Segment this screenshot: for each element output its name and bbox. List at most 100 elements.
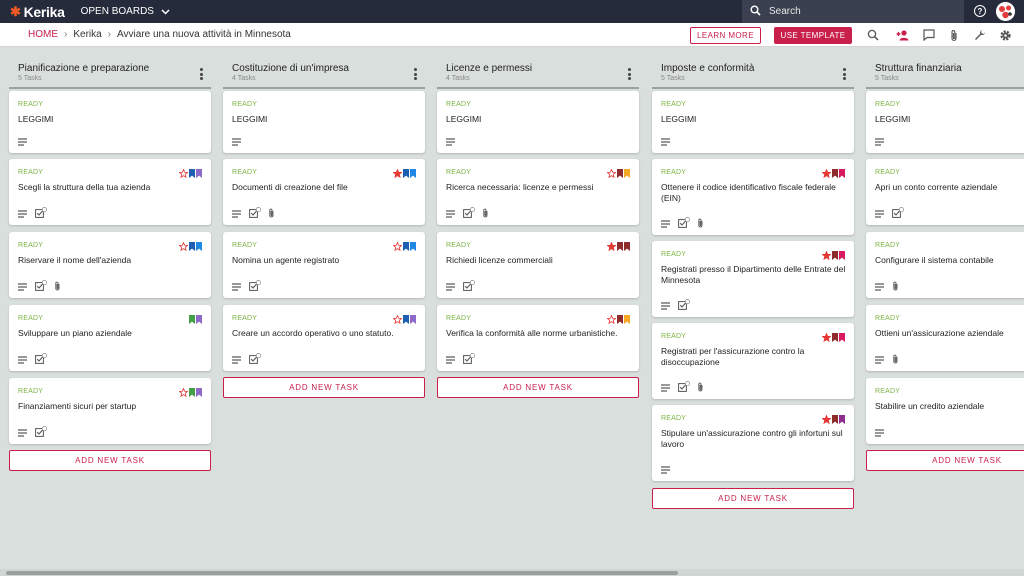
- task-title: Riservare il nome dell'azienda: [18, 255, 132, 265]
- add-new-task-button[interactable]: ADD NEW TASK: [223, 377, 425, 398]
- star-outline-icon[interactable]: [178, 238, 189, 256]
- gear-icon[interactable]: [998, 28, 1012, 42]
- column-title[interactable]: Imposte e conformità: [661, 63, 854, 74]
- star-filled-icon[interactable]: [821, 411, 832, 429]
- column-menu-icon[interactable]: [842, 68, 846, 80]
- task-card[interactable]: READY LEGGIMI: [223, 91, 425, 153]
- task-flags: [178, 165, 202, 183]
- task-card[interactable]: READY Verifica la conformità alle norme u…: [437, 305, 639, 371]
- checklist-icon: [249, 351, 261, 369]
- kerika-logo[interactable]: ✱ Kerika: [10, 4, 65, 20]
- task-card[interactable]: READY Scegli la struttura della tua azien…: [9, 159, 211, 225]
- add-new-task-button[interactable]: ADD NEW TASK: [437, 377, 639, 398]
- task-card[interactable]: READY LEGGIMI: [9, 91, 211, 153]
- task-card[interactable]: READY Richiedi licenze commerciali: [437, 232, 639, 298]
- avatar[interactable]: [996, 2, 1015, 21]
- task-flags: [606, 165, 630, 183]
- column-title[interactable]: Licenze e permessi: [446, 63, 639, 74]
- star-filled-icon[interactable]: [392, 165, 403, 183]
- column-title[interactable]: Pianificazione e preparazione: [18, 63, 211, 74]
- tag-bookmark-icon: [832, 165, 838, 183]
- task-status: READY: [232, 242, 258, 249]
- breadcrumb-account[interactable]: Kerika: [73, 29, 101, 40]
- description-icon: [18, 205, 28, 223]
- checklist-icon: [463, 278, 475, 296]
- task-status: READY: [446, 315, 472, 322]
- task-card[interactable]: READY Finanziamenti sicuri per startup: [9, 378, 211, 444]
- column-title[interactable]: Struttura finanziaria: [875, 63, 1024, 74]
- star-outline-icon[interactable]: [392, 311, 403, 329]
- task-card[interactable]: READY LEGGIMI: [866, 91, 1024, 153]
- scrollbar-thumb[interactable]: [6, 571, 678, 575]
- checklist-icon: [249, 205, 261, 223]
- add-new-task-button[interactable]: ADD NEW TASK: [652, 488, 854, 509]
- task-card[interactable]: READY Registrati per l'assicurazione cont…: [652, 323, 854, 399]
- task-card[interactable]: READY Documenti di creazione del file: [223, 159, 425, 225]
- column-menu-icon[interactable]: [413, 68, 417, 80]
- task-flags: [821, 247, 845, 265]
- task-card[interactable]: READY Stabilire un credito aziendale: [866, 378, 1024, 444]
- column-title[interactable]: Costituzione di un'impresa: [232, 63, 425, 74]
- star-filled-icon[interactable]: [821, 165, 832, 183]
- star-filled-icon[interactable]: [606, 238, 617, 256]
- task-title: Registrati per l'assicurazione contro la…: [661, 346, 805, 367]
- board-column: Licenze e permessi 4 Tasks READY LEGGIMI REA…: [437, 58, 639, 398]
- star-outline-icon[interactable]: [178, 384, 189, 402]
- star-outline-icon[interactable]: [606, 311, 617, 329]
- star-outline-icon[interactable]: [178, 165, 189, 183]
- task-card[interactable]: READY Ottieni un'assicurazione aziendale: [866, 305, 1024, 371]
- description-icon: [661, 461, 671, 479]
- task-card[interactable]: READY LEGGIMI: [437, 91, 639, 153]
- column-header: Costituzione di un'impresa 4 Tasks: [223, 63, 425, 89]
- use-template-button[interactable]: USE TEMPLATE: [774, 27, 852, 44]
- task-meta-icons: [18, 424, 47, 442]
- add-new-task-button[interactable]: ADD NEW TASK: [866, 450, 1024, 471]
- wrench-icon[interactable]: [973, 28, 987, 42]
- task-card[interactable]: READY Registrati presso il Dipartimento d…: [652, 241, 854, 317]
- star-outline-icon[interactable]: [606, 165, 617, 183]
- horizontal-scrollbar[interactable]: [0, 569, 1024, 576]
- task-card[interactable]: READY Stipulare un'assicurazione contro g…: [652, 405, 854, 481]
- add-person-icon[interactable]: [896, 28, 910, 42]
- task-status: READY: [875, 315, 901, 322]
- task-card[interactable]: READY Sviluppare un piano aziendale: [9, 305, 211, 371]
- open-boards-menu[interactable]: OPEN BOARDS: [81, 6, 170, 17]
- task-meta-icons: [661, 461, 671, 479]
- task-card[interactable]: READY Configurare il sistema contabile: [866, 232, 1024, 298]
- star-filled-icon[interactable]: [821, 247, 832, 265]
- add-new-task-button[interactable]: ADD NEW TASK: [9, 450, 211, 471]
- task-title: LEGGIMI: [875, 114, 911, 124]
- column-menu-icon[interactable]: [199, 68, 203, 80]
- task-card[interactable]: READY Ottenere il codice identificativo f…: [652, 159, 854, 235]
- task-card[interactable]: READY Riservare il nome dell'azienda: [9, 232, 211, 298]
- description-icon: [875, 351, 885, 369]
- search-icon: [750, 3, 761, 21]
- task-meta-icons: [875, 351, 899, 369]
- task-meta-icons: [661, 133, 671, 151]
- description-icon: [232, 133, 242, 151]
- search-icon[interactable]: [866, 28, 880, 42]
- star-filled-icon[interactable]: [821, 329, 832, 347]
- top-bar: ✱ Kerika OPEN BOARDS ?: [0, 0, 1024, 23]
- task-card[interactable]: READY LEGGIMI: [652, 91, 854, 153]
- column-menu-icon[interactable]: [627, 68, 631, 80]
- chat-icon[interactable]: [922, 28, 936, 42]
- star-outline-icon[interactable]: [392, 238, 403, 256]
- breadcrumb-home[interactable]: HOME: [28, 29, 58, 40]
- checklist-icon: [892, 205, 904, 223]
- task-card[interactable]: READY Nomina un agente registrato: [223, 232, 425, 298]
- column-task-count: 5 Tasks: [661, 75, 685, 82]
- task-card[interactable]: READY Creare un accordo operativo o uno s…: [223, 305, 425, 371]
- attachment-icon[interactable]: [947, 28, 961, 42]
- chevron-right-icon: ›: [107, 29, 112, 40]
- board-column: Imposte e conformità 5 Tasks READY LEGGIMI R…: [652, 58, 854, 509]
- task-flags: [606, 311, 630, 329]
- task-meta-icons: [875, 424, 885, 442]
- learn-more-button[interactable]: LEARN MORE: [690, 27, 761, 44]
- task-card[interactable]: READY Apri un conto corrente aziendale: [866, 159, 1024, 225]
- breadcrumb-board: Avviare una nuova attività in Minnesota: [117, 29, 291, 40]
- help-icon[interactable]: ?: [974, 5, 986, 17]
- task-card[interactable]: READY Ricerca necessaria: licenze e perme…: [437, 159, 639, 225]
- search-box[interactable]: [742, 0, 964, 23]
- search-input[interactable]: [769, 6, 949, 17]
